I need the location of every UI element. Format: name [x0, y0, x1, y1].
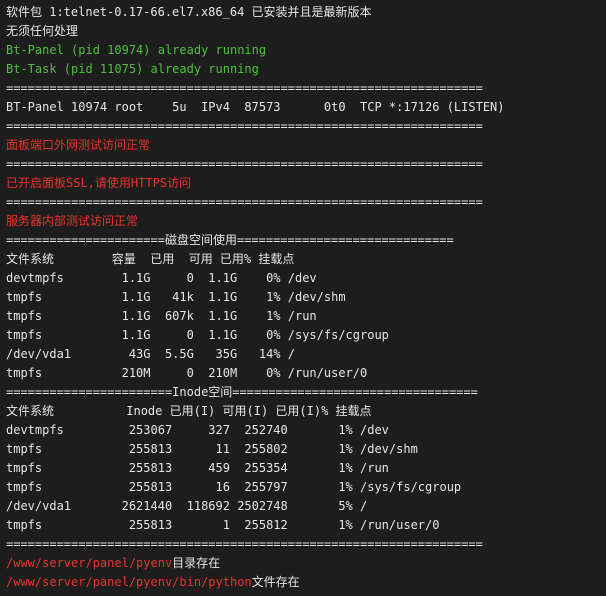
terminal-text-segment: tmpfs 1.1G 0 1.1G 0% /sys/fs/cgroup [6, 328, 389, 342]
terminal-line: /www/server/panel/pyenv/bin/python文件存在 [6, 573, 606, 592]
terminal-line: ======================磁盘空间使用============… [6, 231, 606, 250]
terminal-text-segment: 软件包 1:telnet-0.17-66.el7.x86_64 已安装并且是最新… [6, 5, 372, 19]
terminal-text-segment: tmpfs 255813 16 255797 1% /sys/fs/cgroup [6, 480, 462, 494]
terminal-line: Bt-Task (pid 11075) already running [6, 60, 606, 79]
terminal-line: /dev/vda1 43G 5.5G 35G 14% / [6, 345, 606, 364]
terminal-text-segment: 服务器内部测试访问正常 [6, 214, 139, 228]
terminal-line: /www/server/panel/pyenv目录存在 [6, 554, 606, 573]
terminal-line: =======================Inode空间==========… [6, 383, 606, 402]
terminal-line: tmpfs 210M 0 210M 0% /run/user/0 [6, 364, 606, 383]
terminal-text-segment: /dev/vda1 2621440 118692 2502748 5% / [6, 499, 368, 513]
terminal-text-segment: Bt-Panel (pid 10974) already running [6, 43, 267, 57]
terminal-text-segment: ========================================… [6, 537, 483, 551]
terminal-line: 软件包 1:telnet-0.17-66.el7.x86_64 已安装并且是最新… [6, 3, 606, 22]
terminal-line: Bt-Panel (pid 10974) already running [6, 41, 606, 60]
terminal-line: ========================================… [6, 193, 606, 212]
terminal-line: tmpfs 255813 11 255802 1% /dev/shm [6, 440, 606, 459]
terminal-text-segment: tmpfs 210M 0 210M 0% /run/user/0 [6, 366, 368, 380]
terminal-text-segment: BT-Panel 10974 root 5u IPv4 87573 0t0 TC… [6, 100, 505, 114]
terminal-line: ========================================… [6, 535, 606, 554]
terminal-text-segment: Bt-Task (pid 11075) already running [6, 62, 259, 76]
terminal-text-segment: ======================磁盘空间使用============… [6, 233, 454, 247]
terminal-text-segment: /www/server/panel/pyenv [6, 556, 173, 570]
terminal-text-segment: tmpfs 1.1G 41k 1.1G 1% /dev/shm [6, 290, 346, 304]
terminal-line: devtmpfs 1.1G 0 1.1G 0% /dev [6, 269, 606, 288]
terminal-text-segment: 已开启面板SSL,请使用HTTPS访问 [6, 176, 192, 190]
terminal-text-segment: tmpfs 255813 11 255802 1% /dev/shm [6, 442, 418, 456]
terminal-text-segment: =======================Inode空间==========… [6, 385, 478, 399]
terminal-text-segment: devtmpfs 1.1G 0 1.1G 0% /dev [6, 271, 317, 285]
terminal-text-segment: devtmpfs 253067 327 252740 1% /dev [6, 423, 389, 437]
terminal-line: tmpfs 255813 16 255797 1% /sys/fs/cgroup [6, 478, 606, 497]
terminal-text-segment: ========================================… [6, 119, 483, 133]
terminal-text-segment: /www/server/panel/pyenv/bin/python [6, 575, 252, 589]
terminal-line: tmpfs 1.1G 41k 1.1G 1% /dev/shm [6, 288, 606, 307]
terminal-text-segment: tmpfs 255813 459 255354 1% /run [6, 461, 389, 475]
terminal-text-segment: 文件存在 [251, 575, 300, 589]
terminal-line: 已开启面板SSL,请使用HTTPS访问 [6, 174, 606, 193]
terminal-text-segment: ========================================… [6, 81, 483, 95]
terminal-line: 无须任何处理 [6, 22, 606, 41]
terminal-text-segment: 面板端口外网测试访问正常 [6, 138, 151, 152]
terminal-line: ========================================… [6, 117, 606, 136]
terminal-line: 文件系统 Inode 已用(I) 可用(I) 已用(I)% 挂载点 [6, 402, 606, 421]
terminal-line: 面板端口外网测试访问正常 [6, 136, 606, 155]
terminal-line: 文件系统 容量 已用 可用 已用% 挂载点 [6, 250, 606, 269]
terminal-line: tmpfs 255813 459 255354 1% /run [6, 459, 606, 478]
terminal-text-segment: ========================================… [6, 157, 483, 171]
terminal-text-segment: tmpfs 255813 1 255812 1% /run/user/0 [6, 518, 440, 532]
terminal-window[interactable]: 软件包 1:telnet-0.17-66.el7.x86_64 已安装并且是最新… [0, 0, 606, 596]
terminal-line: 服务器内部测试访问正常 [6, 212, 606, 231]
terminal-line: tmpfs 255813 1 255812 1% /run/user/0 [6, 516, 606, 535]
terminal-text-segment: 无须任何处理 [6, 24, 79, 38]
terminal-line: devtmpfs 253067 327 252740 1% /dev [6, 421, 606, 440]
terminal-line: BT-Panel 10974 root 5u IPv4 87573 0t0 TC… [6, 98, 606, 117]
terminal-line: tmpfs 1.1G 0 1.1G 0% /sys/fs/cgroup [6, 326, 606, 345]
terminal-text-segment: /dev/vda1 43G 5.5G 35G 14% / [6, 347, 295, 361]
terminal-text-segment: 文件系统 容量 已用 可用 已用% 挂载点 [6, 252, 295, 266]
terminal-line: ========================================… [6, 79, 606, 98]
terminal-line: /dev/vda1 2621440 118692 2502748 5% / [6, 497, 606, 516]
terminal-text-segment: ========================================… [6, 195, 483, 209]
terminal-text-segment: tmpfs 1.1G 607k 1.1G 1% /run [6, 309, 317, 323]
terminal-text-segment: 文件系统 Inode 已用(I) 可用(I) 已用(I)% 挂载点 [6, 404, 372, 418]
terminal-line: tmpfs 1.1G 607k 1.1G 1% /run [6, 307, 606, 326]
terminal-text-segment: 目录存在 [172, 556, 221, 570]
terminal-line: ========================================… [6, 155, 606, 174]
